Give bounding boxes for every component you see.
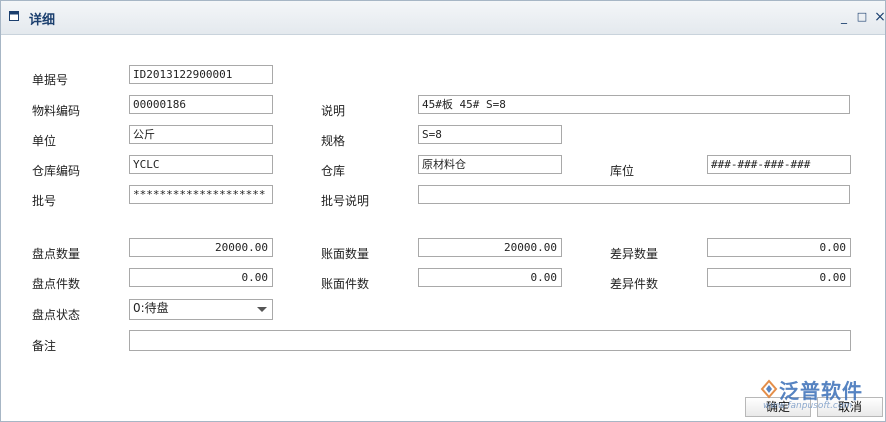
dropdown-arrow-icon[interactable] [257,307,267,312]
unit-field[interactable]: 公斤 [129,125,273,144]
count-qty-field[interactable]: 20000.00 [129,238,273,257]
fanpu-logo-icon [760,379,778,399]
minimize-button[interactable]: _ [837,10,851,24]
count-status-select[interactable]: 0:待盘 [129,299,273,320]
spec-field[interactable]: S=8 [418,125,562,144]
diff-pieces-label: 差异件数 [610,277,659,291]
book-pieces-field[interactable]: 0.00 [418,268,562,287]
location-field[interactable]: ###-###-###-### [707,155,851,174]
book-qty-label: 账面数量 [321,247,370,261]
cancel-button[interactable]: 取消 [817,397,883,417]
count-pieces-field[interactable]: 0.00 [129,268,273,287]
warehouse-label: 仓库 [321,164,346,178]
confirm-button[interactable]: 确定 [745,397,811,417]
spec-label: 规格 [321,134,346,148]
count-status-value: 0:待盘 [133,301,169,315]
batch-desc-field[interactable] [418,185,850,204]
description-field[interactable]: 45#板 45# S=8 [418,95,850,114]
count-qty-label: 盘点数量 [32,247,81,261]
close-button[interactable]: × [873,10,886,24]
warehouse-field[interactable]: 原材料仓 [418,155,562,174]
description-label: 说明 [321,104,346,118]
book-pieces-label: 账面件数 [321,277,370,291]
warehouse-code-field[interactable]: YCLC [129,155,273,174]
window-icon [9,11,19,21]
doc-no-field[interactable]: ID2013122900001 [129,65,273,84]
batch-no-label: 批号 [32,194,57,208]
material-code-label: 物料编码 [32,104,81,118]
count-status-label: 盘点状态 [32,308,81,322]
detail-window: 详细 _ □ × 单据号 ID2013122900001 物料编码 000001… [0,0,886,422]
window-title: 详细 [29,13,56,28]
batch-no-field[interactable]: ******************** [129,185,273,204]
batch-desc-label: 批号说明 [321,194,370,208]
maximize-button[interactable]: □ [855,10,869,24]
title-bar: 详细 _ □ × [1,1,886,35]
remarks-field[interactable] [129,330,851,351]
diff-qty-field[interactable]: 0.00 [707,238,851,257]
remarks-label: 备注 [32,339,57,353]
unit-label: 单位 [32,134,57,148]
warehouse-code-label: 仓库编码 [32,164,81,178]
location-label: 库位 [610,164,635,178]
material-code-field[interactable]: 00000186 [129,95,273,114]
book-qty-field[interactable]: 20000.00 [418,238,562,257]
count-pieces-label: 盘点件数 [32,277,81,291]
doc-no-label: 单据号 [32,73,69,87]
diff-pieces-field[interactable]: 0.00 [707,268,851,287]
diff-qty-label: 差异数量 [610,247,659,261]
